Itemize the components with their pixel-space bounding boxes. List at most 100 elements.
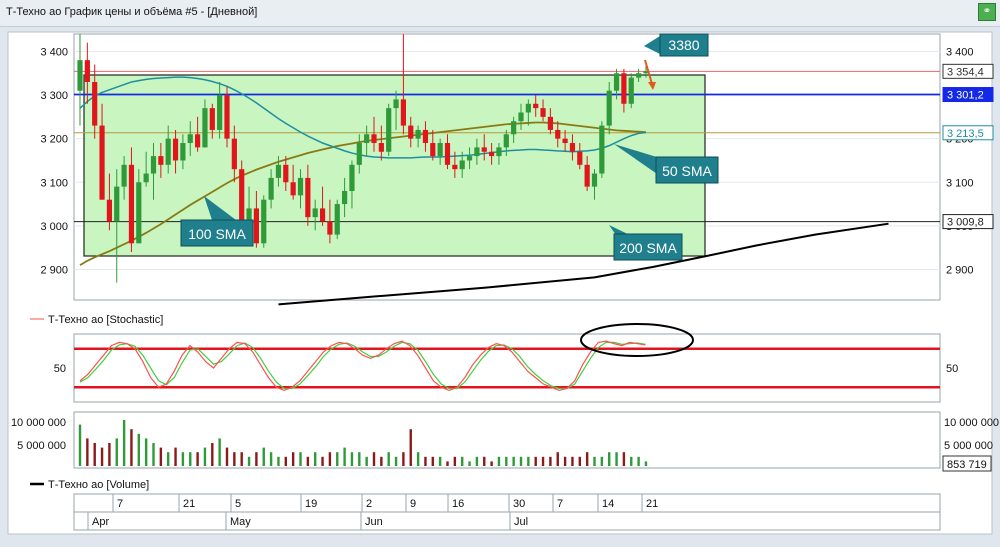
month-label: May [230, 516, 251, 528]
candle-body [591, 173, 598, 187]
candle-body [584, 164, 590, 187]
volume-bar [78, 424, 82, 466]
volume-bar [608, 452, 611, 466]
candle-body [364, 134, 370, 144]
candle-body [136, 182, 142, 244]
candle-body [224, 95, 230, 139]
volume-bar [93, 443, 96, 466]
candle-body [261, 199, 267, 244]
day-label: 7 [117, 498, 123, 510]
candle-body [128, 164, 135, 244]
volume-bar [380, 456, 383, 466]
volume-bar [409, 429, 412, 466]
candle-body [496, 147, 502, 157]
price-tick-right: 3 100 [946, 177, 974, 189]
candle-body [444, 143, 451, 165]
volume-bar [424, 456, 427, 466]
candle-body [621, 73, 627, 104]
volume-bar [372, 452, 376, 466]
price-tick-left: 3 000 [40, 221, 68, 233]
day-label: 21 [183, 498, 195, 510]
volume-bar [299, 452, 302, 466]
candle-body [474, 147, 480, 157]
volume-bar [328, 452, 332, 466]
chart-canvas: 3 4003 4003 3003 3003 2003 2003 1003 100… [7, 31, 999, 535]
volume-bar [159, 447, 163, 466]
volume-bar [321, 456, 324, 466]
candle-body [569, 143, 576, 152]
volume-last-value: 853 719 [947, 459, 987, 471]
price-tick-left: 3 100 [40, 177, 68, 189]
price-tick-right: 3 400 [946, 46, 974, 58]
candle-body [187, 134, 193, 144]
candle-body [84, 60, 90, 82]
stoch-tick-right: 50 [946, 363, 958, 375]
candle-body [422, 129, 429, 144]
volume-bar [218, 438, 221, 466]
candle-body [430, 143, 436, 157]
candle-body [172, 138, 179, 161]
volume-bar [100, 447, 104, 466]
volume-bar [468, 461, 471, 466]
volume-bar [490, 461, 493, 466]
candle-body [143, 173, 149, 183]
candle-body [503, 134, 509, 148]
callout-100sma-text: 100 SMA [188, 226, 246, 242]
volume-bar [284, 456, 287, 466]
candle-body [599, 125, 605, 174]
day-label: 5 [235, 498, 241, 510]
window-title: Т-Техно ао График цены и объёма #5 - [Дн… [6, 6, 258, 18]
candle-body [92, 81, 98, 126]
stoch-legend: Т-Техно ао [Stochastic] [48, 314, 163, 326]
callout-200sma-text: 200 SMA [619, 240, 677, 256]
volume-bar [291, 452, 295, 466]
volume-bar [622, 452, 626, 466]
volume-bar [189, 452, 192, 466]
candle-body [165, 138, 171, 165]
candle-body [415, 129, 421, 139]
candle-body [511, 121, 517, 135]
volume-bar [181, 452, 185, 466]
volume-bar [563, 456, 567, 466]
volume-bar [402, 452, 405, 466]
volume-bar [233, 452, 236, 466]
volume-bar [350, 452, 354, 466]
volume-bar [365, 456, 368, 466]
volume-bar [306, 456, 310, 466]
candle-body [636, 73, 642, 78]
volume-bar [358, 452, 361, 466]
candle-body [400, 99, 406, 126]
candle-body [327, 221, 333, 235]
volume-bar [505, 456, 508, 466]
price-tick-left: 3 400 [40, 46, 68, 58]
candle-body [297, 177, 304, 196]
volume-bar [483, 456, 486, 466]
volume-bar [247, 456, 251, 466]
candle-body [319, 208, 326, 222]
candle-body [518, 112, 524, 122]
price-tick-left: 3 200 [40, 134, 68, 146]
stoch-tick-left: 50 [54, 363, 66, 375]
candle-body [106, 199, 112, 222]
candle-body [275, 164, 282, 178]
candle-body [386, 108, 392, 152]
candle-body [349, 164, 355, 191]
volume-bar [277, 456, 280, 466]
candle-body [202, 108, 208, 148]
volume-bar [108, 443, 111, 466]
volume-bar [534, 456, 537, 466]
callout-50sma-text: 50 SMA [662, 163, 712, 179]
candle-body [334, 204, 340, 235]
candle-body [342, 190, 348, 205]
volume-bar [86, 438, 89, 466]
volume-bar [453, 456, 457, 466]
volume-bar [438, 456, 442, 466]
candle-body [180, 143, 186, 161]
link-icon[interactable]: ⚭ [978, 3, 996, 21]
volume-bar [556, 452, 559, 466]
candle-body [525, 103, 531, 113]
day-label: 21 [646, 498, 658, 510]
candle-body [562, 138, 568, 144]
candle-body [628, 77, 634, 104]
candle-body [371, 134, 377, 144]
